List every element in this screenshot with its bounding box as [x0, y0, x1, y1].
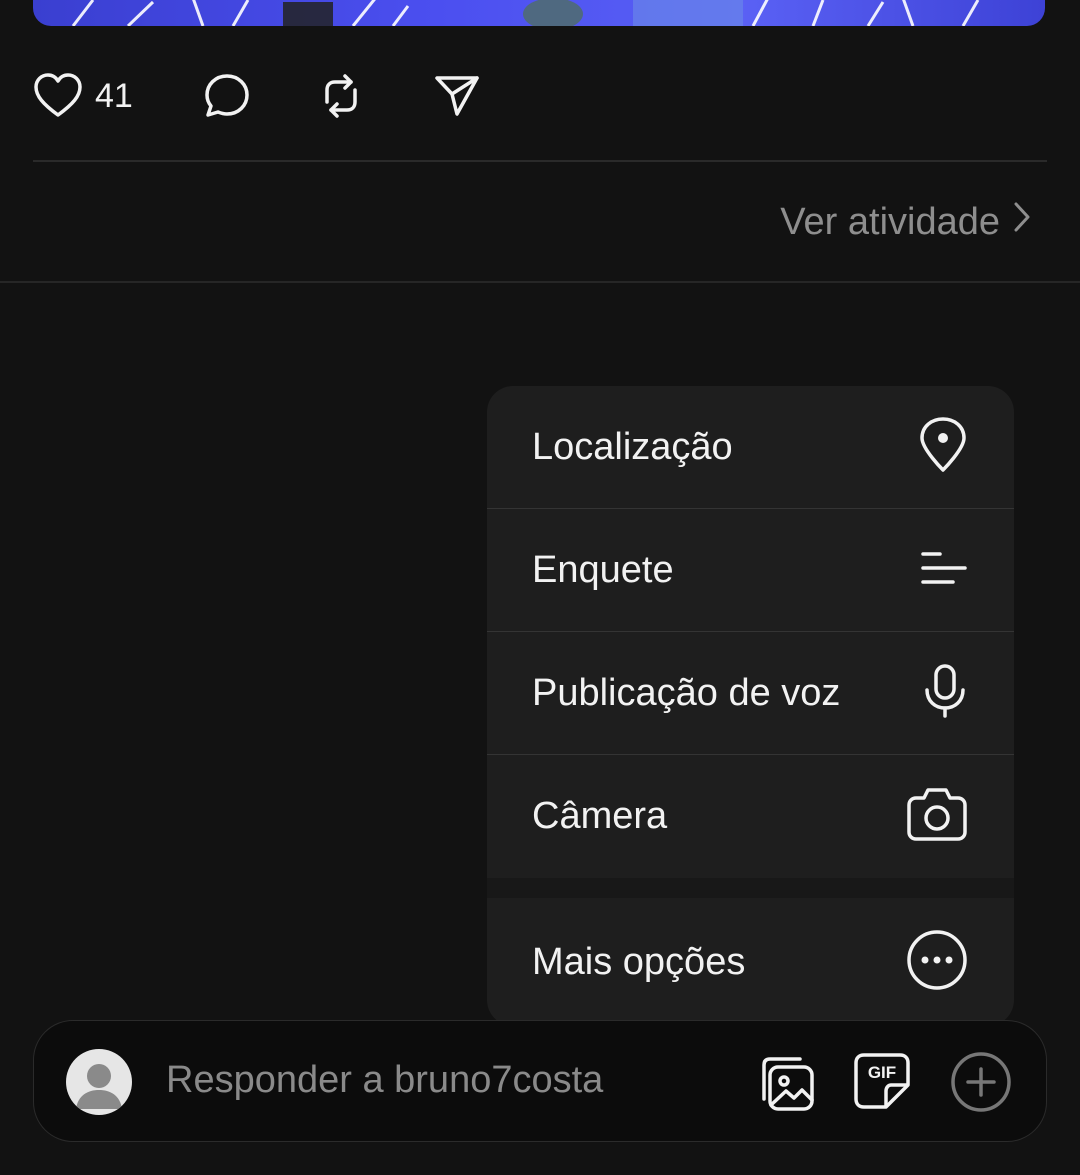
menu-item-label: Enquete: [532, 549, 674, 591]
menu-item-label: Câmera: [532, 795, 668, 837]
view-activity-link[interactable]: Ver atividade: [780, 198, 1032, 246]
menu-item-label: Publicação de voz: [532, 672, 841, 714]
menu-item-poll[interactable]: Enquete: [487, 509, 1014, 632]
attachment-menu: Localização Enquete Publicação de voz Câ…: [487, 386, 1014, 1026]
camera-icon: [906, 786, 968, 847]
menu-item-label: Mais opções: [532, 940, 746, 983]
gif-label: GIF: [868, 1063, 896, 1082]
menu-item-more-options[interactable]: Mais opções: [487, 898, 1014, 1026]
menu-item-camera[interactable]: Câmera: [487, 755, 1014, 878]
repost-icon: [317, 72, 365, 120]
add-icon[interactable]: [950, 1051, 1012, 1118]
comment-icon: [203, 72, 251, 120]
avatar: [66, 1049, 132, 1115]
reply-input[interactable]: Responder a bruno7costa: [166, 1059, 603, 1102]
view-activity-label: Ver atividade: [780, 200, 1000, 243]
like-button[interactable]: 41: [33, 68, 133, 124]
share-button[interactable]: [433, 68, 481, 124]
menu-item-voice-post[interactable]: Publicação de voz: [487, 632, 1014, 755]
menu-item-label: Localização: [532, 426, 733, 468]
poll-icon: [920, 548, 968, 593]
like-count: 41: [95, 76, 133, 115]
heart-icon: [33, 72, 83, 120]
menu-item-location[interactable]: Localização: [487, 386, 1014, 509]
gif-sticker-icon[interactable]: GIF: [852, 1051, 912, 1116]
divider: [33, 160, 1047, 162]
menu-section-gap: [487, 878, 1014, 898]
chevron-right-icon: [1000, 200, 1032, 244]
post-action-bar: 41: [33, 68, 481, 124]
gallery-icon[interactable]: [754, 1051, 816, 1118]
divider: [0, 281, 1080, 283]
location-pin-icon: [918, 416, 968, 479]
share-icon: [433, 72, 481, 120]
post-media-preview[interactable]: [33, 0, 1045, 26]
more-options-icon: [906, 929, 968, 996]
microphone-icon: [922, 663, 968, 724]
reply-composer: Responder a bruno7costa GIF: [33, 1020, 1047, 1142]
comment-button[interactable]: [203, 68, 251, 124]
repost-button[interactable]: [317, 68, 365, 124]
